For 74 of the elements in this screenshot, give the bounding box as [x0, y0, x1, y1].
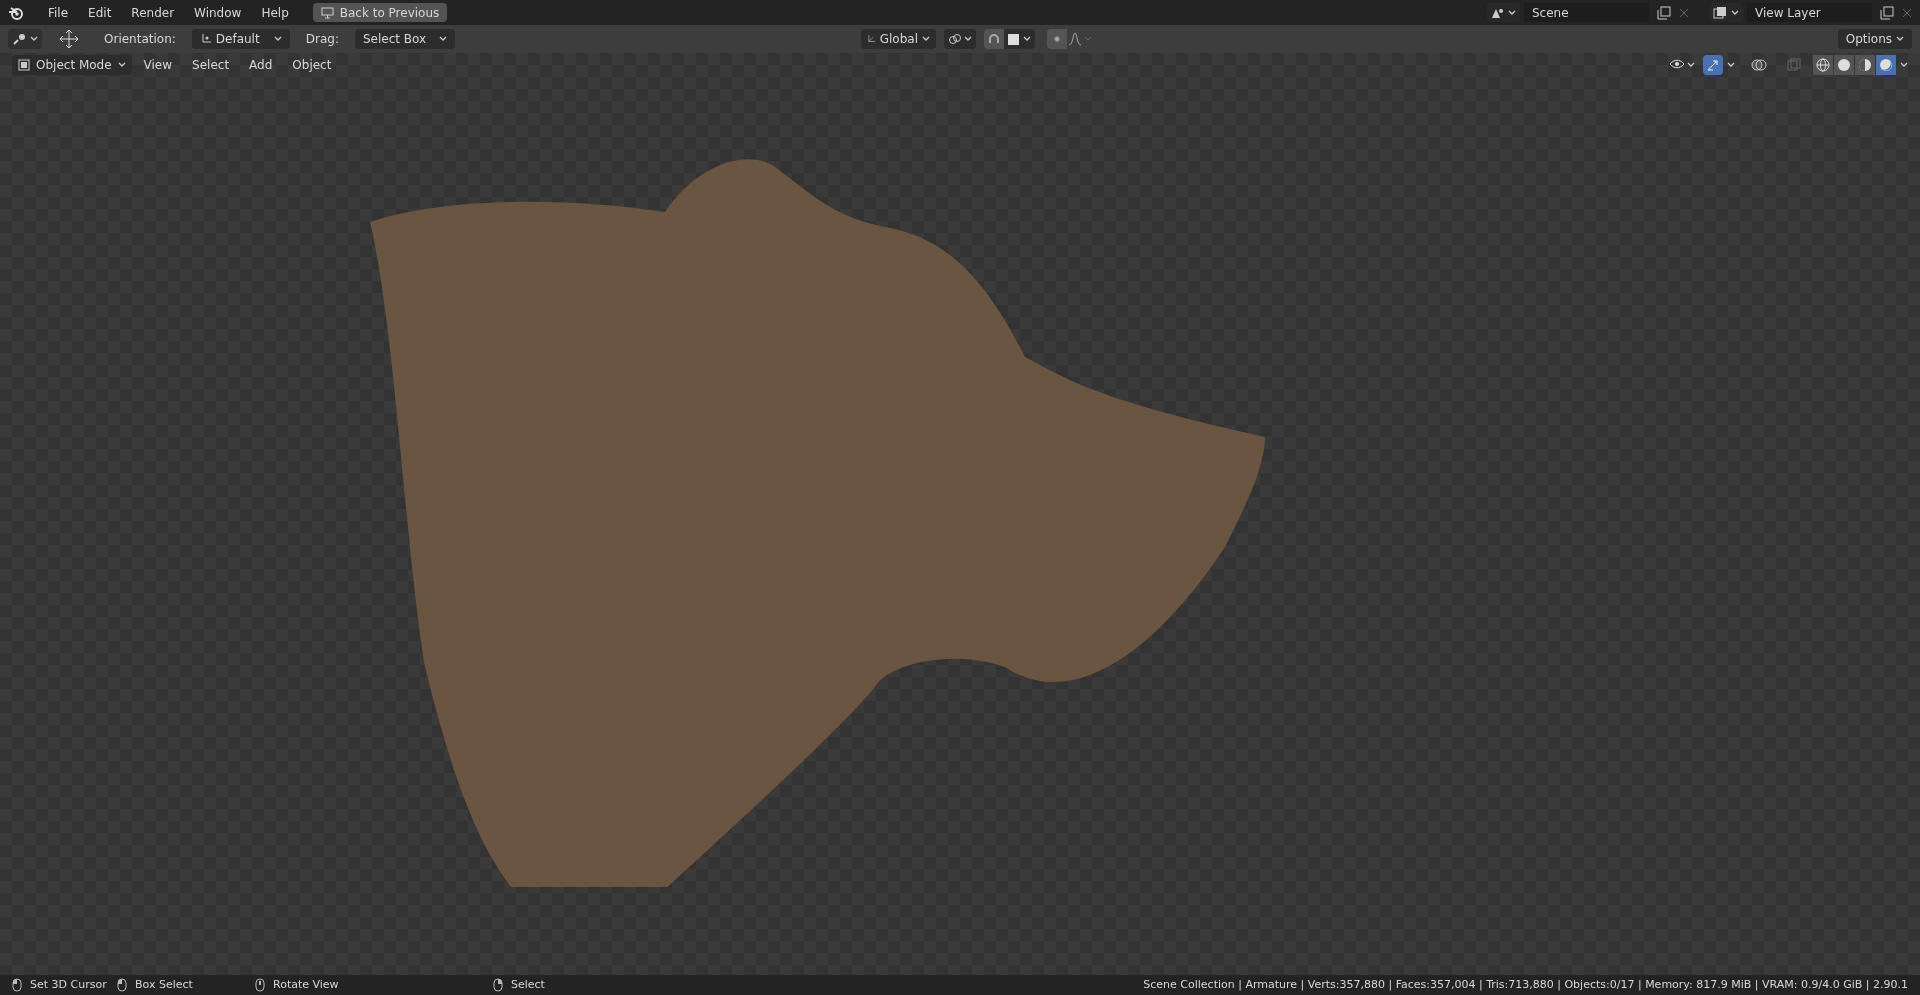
scene-field[interactable]: Scene [1524, 3, 1649, 22]
copy-icon[interactable] [1657, 5, 1671, 20]
view-layer-field[interactable]: View Layer [1747, 3, 1872, 22]
chevron-down-icon [1727, 62, 1735, 68]
orientation-label: Orientation: [104, 31, 176, 48]
mouse-icon [117, 978, 127, 992]
menu-item[interactable]: Help [253, 3, 297, 22]
snap-toggle[interactable] [984, 29, 1004, 49]
sphere-icon [1878, 57, 1894, 73]
cube-icon [18, 59, 30, 71]
shading-mode-button[interactable] [1834, 55, 1854, 75]
magnet-icon [987, 32, 1001, 46]
copy-icon[interactable] [1880, 5, 1894, 20]
app-logo-icon[interactable] [8, 4, 24, 21]
back-to-previous-button[interactable]: Back to Previous [312, 3, 448, 22]
mode-dropdown[interactable]: Object Mode [12, 55, 132, 75]
chevron-down-icon [1900, 62, 1908, 68]
falloff-curve-icon[interactable] [1067, 31, 1093, 47]
chevron-down-icon [439, 36, 447, 42]
chevron-down-icon [1023, 36, 1031, 42]
square-icon [1008, 33, 1019, 45]
overlay-icon[interactable] [1751, 57, 1767, 73]
drag-label: Drag: [305, 31, 339, 48]
menu-item[interactable]: File [40, 3, 77, 22]
proportional-edit-toggle[interactable] [1047, 29, 1067, 49]
chevron-down-icon [1508, 9, 1516, 16]
viewport-menu-item[interactable]: Object [284, 56, 340, 74]
shading-mode-button[interactable] [1813, 55, 1833, 75]
mouse-icon [493, 978, 503, 992]
transform-space-dropdown[interactable]: Global [861, 29, 936, 49]
viewport[interactable]: Object Mode View Select Add Object [0, 53, 1920, 975]
link-icon [948, 32, 962, 46]
chevron-down-icon [117, 62, 126, 68]
status-hint: Box Select [135, 976, 193, 993]
viewport-menu-item[interactable]: View [135, 56, 181, 74]
mouse-icon [255, 978, 265, 992]
close-icon[interactable] [1902, 7, 1912, 18]
options-dropdown[interactable]: Options [1837, 29, 1912, 49]
chevron-down-icon [964, 36, 972, 42]
scene-statistics: Scene Collection | Armature | Verts:357,880 | Faces:357,004 | Tris:713,880 | Objects:0/17 | Memory: 817.9 MiB | VRAM: 0.9/4.0 GiB | 2.90.1 [1143, 976, 1908, 993]
chevron-down-icon [273, 36, 282, 42]
view-layer-selector[interactable] [1709, 3, 1743, 22]
status-hint: Select [511, 976, 545, 993]
chevron-down-icon [1896, 36, 1904, 42]
shading-mode-button[interactable] [1876, 55, 1896, 75]
drag-dropdown[interactable]: Select Box [355, 29, 455, 49]
scene-selector[interactable] [1486, 3, 1520, 22]
close-icon[interactable] [1679, 7, 1689, 18]
viewport-menu-item[interactable]: Add [241, 56, 281, 74]
chevron-down-icon [30, 36, 38, 42]
mouse-icon [12, 978, 22, 992]
sphere-icon [1857, 57, 1873, 73]
chevron-down-icon [922, 36, 930, 42]
status-hint: Rotate View [273, 976, 339, 993]
axes-icon [199, 33, 212, 45]
status-hint: Set 3D Cursor [30, 976, 107, 993]
tool-selector[interactable] [8, 29, 42, 49]
orientation-dropdown[interactable]: Default [191, 29, 290, 49]
gizmo-toggle[interactable] [1703, 55, 1723, 75]
menu-item[interactable]: Render [123, 3, 183, 22]
sphere-icon [1815, 57, 1831, 73]
monitor-icon [320, 6, 334, 19]
move-arrows-icon[interactable] [58, 28, 80, 50]
snap-target-dropdown[interactable] [1004, 29, 1035, 49]
menu-item[interactable]: Window [186, 3, 250, 22]
menu-item[interactable]: Edit [80, 3, 120, 22]
pivot-dropdown[interactable] [944, 29, 976, 49]
layers-icon [1713, 5, 1727, 20]
chevron-down-icon [1731, 9, 1739, 16]
sphere-icon [1836, 57, 1852, 73]
viewport-menu-item[interactable]: Select [184, 56, 238, 74]
chevron-down-icon [1687, 62, 1695, 68]
arrow-icon [1706, 58, 1720, 72]
shading-mode-button[interactable] [1855, 55, 1875, 75]
